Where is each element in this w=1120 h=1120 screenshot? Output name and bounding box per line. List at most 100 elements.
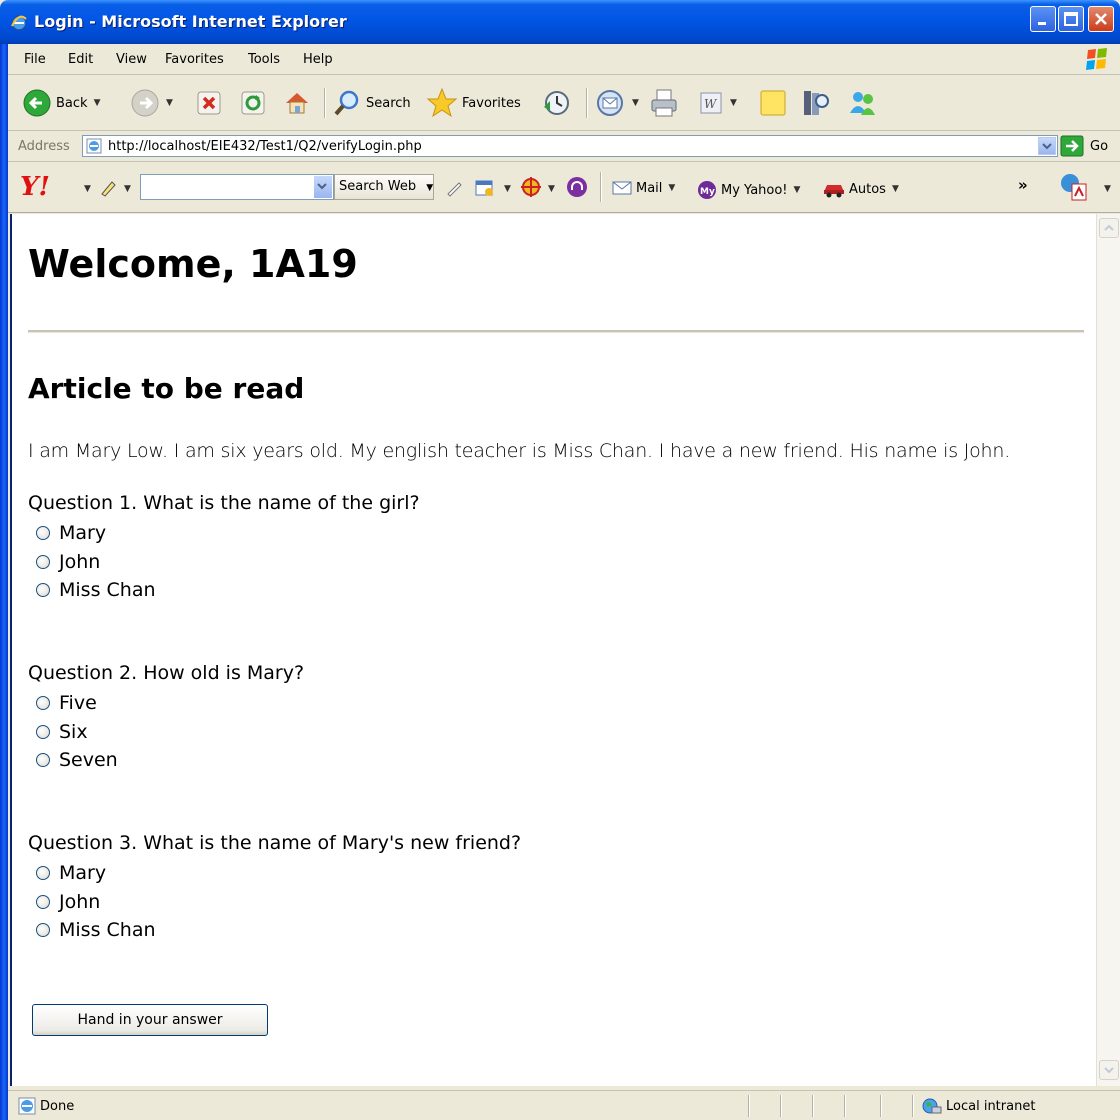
yahoo-toolbar: Y! ▼ ▼ Search Web ▼ ▼ ▼ Mail ▼ My My Yah… bbox=[8, 162, 1120, 213]
refresh-button[interactable] bbox=[240, 86, 266, 120]
radio-button[interactable] bbox=[36, 866, 50, 880]
chevron-down-icon[interactable]: ▼ bbox=[548, 184, 555, 194]
q3-option-miss-chan[interactable]: Miss Chan bbox=[36, 919, 156, 941]
toolbar-separator bbox=[324, 88, 326, 118]
close-button[interactable] bbox=[1088, 6, 1114, 32]
option-label: John bbox=[59, 891, 101, 913]
yahoo-mail-button[interactable]: Mail ▼ bbox=[612, 180, 675, 196]
q1-option-mary[interactable]: Mary bbox=[36, 522, 106, 544]
svg-text:W: W bbox=[704, 97, 718, 111]
q2-option-seven[interactable]: Seven bbox=[36, 749, 118, 771]
forward-arrow-icon bbox=[131, 89, 159, 117]
menu-bar: File Edit View Favorites Tools Help bbox=[8, 44, 1120, 75]
edit-word-button[interactable]: W ▼ bbox=[698, 86, 737, 120]
q3-option-mary[interactable]: Mary bbox=[36, 862, 106, 884]
address-dropdown-button[interactable] bbox=[1038, 137, 1056, 155]
menu-help[interactable]: Help bbox=[303, 52, 333, 67]
ie-logo-icon bbox=[11, 15, 27, 31]
mail-icon bbox=[597, 90, 623, 116]
my-yahoo-button[interactable]: My My Yahoo! ▼ bbox=[696, 180, 800, 200]
chevron-down-icon[interactable]: ▼ bbox=[632, 98, 639, 108]
q1-option-miss-chan[interactable]: Miss Chan bbox=[36, 579, 156, 601]
chevron-down-icon[interactable]: ▼ bbox=[94, 98, 101, 108]
chevron-down-icon[interactable]: ▼ bbox=[166, 98, 173, 108]
radio-button[interactable] bbox=[36, 753, 50, 767]
address-input[interactable]: http://localhost/EIE432/Test1/Q2/verifyL… bbox=[82, 135, 1058, 157]
chevron-up-icon bbox=[1104, 224, 1114, 231]
minimize-button[interactable] bbox=[1030, 6, 1056, 32]
chevron-down-icon[interactable]: ▼ bbox=[504, 184, 511, 194]
toolbar-overflow-button[interactable]: » bbox=[1018, 176, 1028, 194]
windows-flag-icon bbox=[1086, 48, 1107, 70]
yahoo-search-dropdown[interactable] bbox=[314, 176, 332, 198]
chevron-down-icon: ▼ bbox=[668, 183, 676, 193]
yahoo-search-input[interactable] bbox=[140, 174, 334, 200]
mail-button[interactable]: ▼ bbox=[594, 86, 639, 120]
antispy-target-icon[interactable] bbox=[520, 176, 542, 198]
chevron-down-icon bbox=[317, 183, 327, 190]
pencil-icon[interactable] bbox=[444, 178, 464, 198]
home-icon bbox=[286, 93, 308, 114]
menu-edit[interactable]: Edit bbox=[68, 52, 93, 67]
yahoo-autos-button[interactable]: Autos ▼ bbox=[822, 180, 899, 198]
search-web-button[interactable]: Search Web ▼ bbox=[334, 174, 434, 200]
q1-option-john[interactable]: John bbox=[36, 551, 100, 573]
radio-button[interactable] bbox=[36, 526, 50, 540]
minimize-icon bbox=[1038, 22, 1046, 25]
menu-tools[interactable]: Tools bbox=[248, 52, 280, 67]
chevron-down-icon[interactable]: ▼ bbox=[84, 184, 91, 194]
horizontal-rule bbox=[28, 330, 1084, 333]
radio-button[interactable] bbox=[36, 555, 50, 569]
zone-label: Local intranet bbox=[946, 1098, 1036, 1114]
page-content: Welcome, 1A19 Article to be read I am Ma… bbox=[10, 214, 1098, 1086]
security-zone[interactable]: Local intranet bbox=[920, 1097, 1035, 1115]
headphones-icon[interactable] bbox=[566, 176, 588, 198]
popup-blocker-icon[interactable] bbox=[474, 178, 496, 198]
status-separator bbox=[844, 1095, 846, 1117]
forward-button[interactable]: ▼ bbox=[130, 86, 173, 120]
scroll-down-button[interactable] bbox=[1099, 1060, 1119, 1080]
favorites-button[interactable]: Favorites bbox=[426, 86, 521, 120]
menu-file[interactable]: File bbox=[24, 52, 46, 67]
radio-button[interactable] bbox=[36, 583, 50, 597]
messenger-button[interactable] bbox=[846, 86, 878, 120]
print-button[interactable] bbox=[648, 86, 680, 120]
my-yahoo-label: My Yahoo! bbox=[721, 182, 788, 198]
vertical-scrollbar[interactable] bbox=[1096, 214, 1120, 1086]
hand-in-answer-button[interactable]: Hand in your answer bbox=[32, 1004, 268, 1036]
highlighter-pen-icon[interactable] bbox=[98, 178, 118, 198]
q2-option-six[interactable]: Six bbox=[36, 721, 88, 743]
go-button[interactable]: Go bbox=[1060, 135, 1108, 157]
status-separator bbox=[748, 1095, 750, 1117]
discuss-button[interactable] bbox=[758, 86, 788, 120]
yahoo-logo[interactable]: Y! bbox=[20, 172, 50, 202]
option-label: Seven bbox=[59, 749, 118, 771]
printer-icon bbox=[651, 89, 677, 117]
menu-favorites[interactable]: Favorites bbox=[165, 52, 224, 67]
car-icon bbox=[824, 185, 844, 198]
back-button[interactable]: Back ▼ bbox=[22, 86, 100, 120]
radio-button[interactable] bbox=[36, 923, 50, 937]
question-2: Question 2. How old is Mary? bbox=[28, 662, 305, 684]
radio-button[interactable] bbox=[36, 725, 50, 739]
q2-option-five[interactable]: Five bbox=[36, 692, 97, 714]
radio-button[interactable] bbox=[36, 895, 50, 909]
radio-button[interactable] bbox=[36, 696, 50, 710]
adobe-pdf-icon[interactable] bbox=[1058, 172, 1090, 202]
maximize-button[interactable] bbox=[1058, 6, 1084, 32]
stop-button[interactable] bbox=[196, 86, 222, 120]
chevron-down-icon[interactable]: ▼ bbox=[1104, 184, 1111, 194]
menu-view[interactable]: View bbox=[116, 52, 147, 67]
history-button[interactable] bbox=[540, 86, 572, 120]
option-label: Miss Chan bbox=[59, 579, 156, 601]
chevron-down-icon[interactable]: ▼ bbox=[124, 184, 131, 194]
chevron-down-icon[interactable]: ▼ bbox=[730, 98, 737, 108]
research-button[interactable] bbox=[800, 86, 832, 120]
stop-icon bbox=[197, 91, 221, 115]
q3-option-john[interactable]: John bbox=[36, 891, 100, 913]
search-button[interactable]: Search bbox=[332, 86, 411, 120]
status-separator bbox=[780, 1095, 782, 1117]
scroll-up-button[interactable] bbox=[1099, 218, 1119, 238]
option-label: Five bbox=[59, 692, 97, 714]
home-button[interactable] bbox=[282, 86, 312, 120]
